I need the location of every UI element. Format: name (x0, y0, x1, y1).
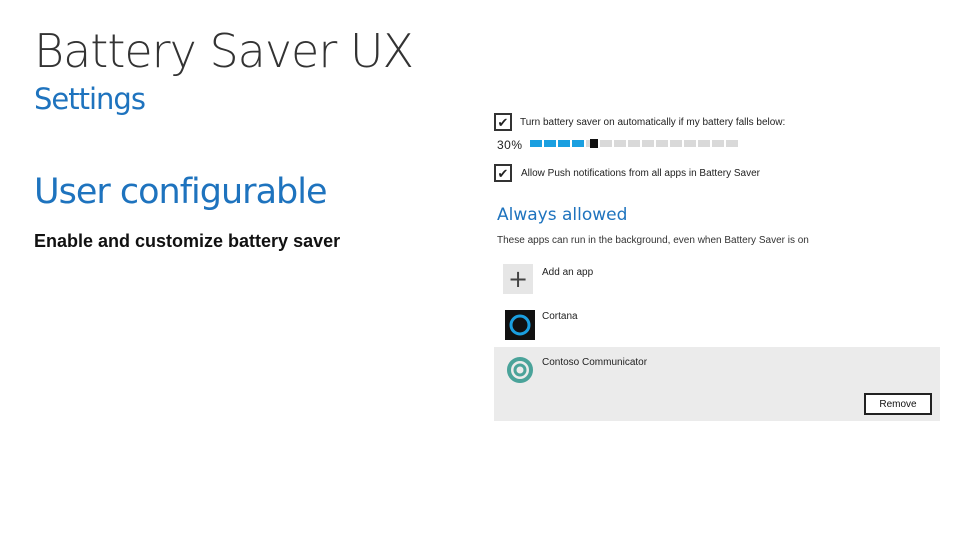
threshold-value: 30% (497, 138, 523, 152)
slide-subtitle: Settings (34, 82, 146, 116)
checkmark-icon: ✔ (497, 165, 509, 181)
cortana-app-icon (505, 310, 535, 340)
slider-segment-empty (684, 140, 696, 147)
slider-segment-empty (628, 140, 640, 147)
cortana-icon (509, 314, 531, 336)
always-allowed-title: Always allowed (497, 205, 628, 225)
app-name-cortana[interactable]: Cortana (542, 311, 578, 322)
slider-segment-filled (558, 140, 570, 147)
slider-thumb[interactable] (590, 139, 598, 148)
contoso-app-icon (505, 355, 535, 385)
slider-segment-filled (530, 140, 542, 147)
app-name-contoso: Contoso Communicator (542, 357, 648, 368)
add-app-button[interactable]: + (503, 264, 533, 294)
auto-on-checkbox[interactable]: ✔ (494, 113, 512, 131)
slider-segment-empty (698, 140, 710, 147)
app-row-contoso-selected[interactable]: Contoso Communicator Remove (494, 347, 940, 421)
slider-segment-filled (572, 140, 584, 147)
add-app-label[interactable]: Add an app (542, 267, 593, 278)
contoso-icon (507, 357, 533, 383)
slide-title: Battery Saver UX (34, 24, 414, 78)
push-label: Allow Push notifications from all apps i… (521, 168, 760, 179)
slider-segment-empty (642, 140, 654, 147)
push-checkbox[interactable]: ✔ (494, 164, 512, 182)
section-heading: User configurable (34, 172, 327, 212)
slider-segment-empty (656, 140, 668, 147)
slider-segment-empty (614, 140, 626, 147)
threshold-slider[interactable] (530, 139, 738, 148)
plus-icon: + (507, 265, 529, 293)
checkmark-icon: ✔ (497, 114, 509, 130)
slider-segment-empty (670, 140, 682, 147)
slider-segment-empty (712, 140, 724, 147)
section-subheading: Enable and customize battery saver (34, 231, 341, 251)
slider-segment-empty (726, 140, 738, 147)
remove-button[interactable]: Remove (864, 393, 932, 415)
always-allowed-description: These apps can run in the background, ev… (497, 235, 809, 246)
slider-segment-empty (600, 140, 612, 147)
auto-on-label: Turn battery saver on automatically if m… (520, 117, 786, 128)
slider-segment-filled (544, 140, 556, 147)
